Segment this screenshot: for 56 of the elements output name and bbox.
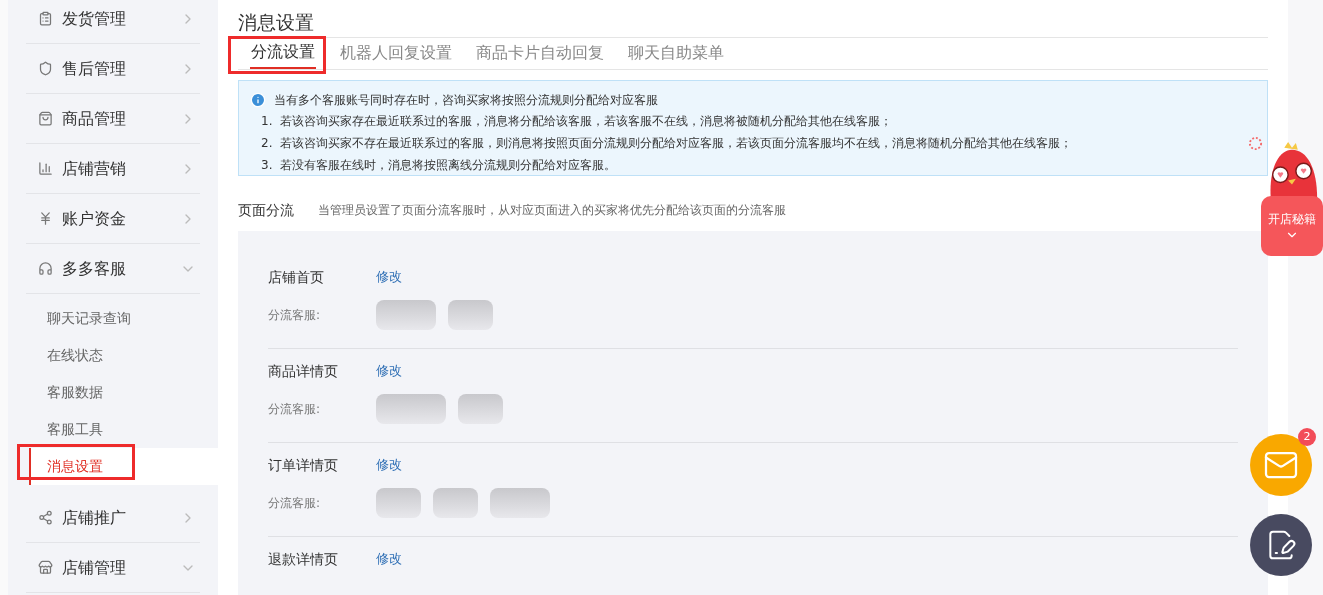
sidebar-item[interactable]: 发货管理 [26,0,200,44]
section-description: 当管理员设置了页面分流客服时，从对应页面进入的买家将优先分配给该页面的分流客服 [318,202,786,219]
blurred-name [376,299,436,330]
agents-label: 分流客服: [268,494,322,512]
page-name: 退款详情页 [268,549,339,569]
blurred-name [458,393,503,424]
page-name: 商品详情页 [268,361,339,381]
notice-heading: 当有多个客服账号同时存在时，咨询买家将按照分流规则分配给对应客服 [274,91,658,109]
edit-link[interactable]: 修改 [376,455,402,475]
tab[interactable]: 分流设置 [250,36,316,69]
blurred-name [376,393,446,424]
yen-icon [38,211,53,226]
edit-link[interactable]: 修改 [376,549,402,569]
promo-button[interactable]: 开店秘籍 [1261,196,1323,256]
blurred-name [448,299,493,330]
page-title: 消息设置 [238,10,315,35]
tab[interactable]: 聊天自助菜单 [616,36,736,69]
notice-text: 若没有客服在线时，消息将按照离线分流规则分配给对应客服。 [280,156,617,174]
tab[interactable]: 商品卡片自动回复 [464,36,616,69]
blurred-name [433,487,478,518]
headphones-icon [38,261,53,276]
notice-text: 若该咨询买家存在最近联系过的客服，消息将分配给该客服，若该客服不在线，消息将被随机分配给其他在线客服； [280,112,893,130]
section-title: 页面分流 [238,200,294,220]
page-name: 店铺首页 [268,267,325,287]
tab[interactable]: 机器人回复设置 [328,36,464,69]
submenu-item[interactable]: 聊天记录查询 [8,300,218,337]
loading-spinner-icon [1248,136,1263,151]
agents-label: 分流客服: [268,400,322,418]
sidebar-item[interactable]: 店铺管理 [26,543,200,593]
edit-link[interactable]: 修改 [376,361,402,381]
submenu-item[interactable]: 客服工具 [8,411,218,448]
sidebar-item[interactable]: 售后管理 [26,44,200,94]
list-number: 3. [261,156,273,174]
store-icon [38,560,53,575]
notice-text: 若该咨询买家不存在最近联系过的客服，则消息将按照页面分流规则分配给对应客服，若该页面分流客服均不在线，消息将随机分配给其他在线客服； [280,134,1073,152]
sidebar-item[interactable]: 账户资金 [26,194,200,244]
list-number: 2. [261,134,273,152]
submenu-item[interactable]: 客服数据 [8,374,218,411]
agents-label: 分流客服: [268,306,322,324]
sidebar-item[interactable]: 多多客服 [26,244,200,294]
blurred-name [490,487,550,518]
shield-icon [38,61,53,76]
share-icon [38,510,53,525]
blurred-name [376,487,421,518]
bag-icon [38,111,53,126]
bar-chart-icon [38,161,53,176]
page-name: 订单详情页 [268,455,339,475]
sidebar-item[interactable]: 店铺营销 [26,144,200,194]
sidebar-item[interactable]: 店铺推广 [26,493,200,543]
list-number: 1. [261,112,273,130]
sidebar-item[interactable]: 商品管理 [26,94,200,144]
edit-link[interactable]: 修改 [376,267,402,287]
info-icon [250,91,266,108]
clipboard-icon [38,11,53,26]
submenu-item[interactable]: 消息设置 [29,448,218,485]
submenu-item[interactable]: 在线状态 [8,337,218,374]
